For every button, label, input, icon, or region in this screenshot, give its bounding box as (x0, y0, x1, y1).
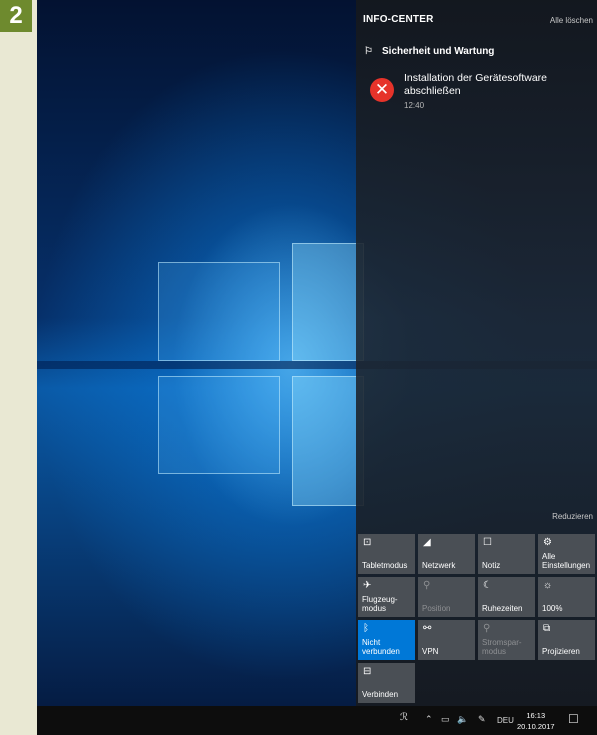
clear-all-button[interactable]: Alle löschen (550, 16, 593, 25)
step-number-badge: 2 (0, 0, 32, 32)
quick-action-tile[interactable]: ⚙ Alle Einstellungen (538, 534, 595, 574)
location-icon: ⚲ (423, 580, 431, 591)
project-icon: ⧉ (543, 623, 551, 634)
collapse-quick-actions-button[interactable]: Reduzieren (552, 512, 593, 521)
input-language-indicator[interactable]: DEU (497, 716, 514, 725)
volume-icon[interactable]: 🔈 (457, 714, 468, 725)
quick-action-tile[interactable]: ✈ Flugzeug- modus (358, 577, 415, 617)
taskbar: ℛ ⌃ ▭ 🔈 ✎ DEU 16:13 20.10.2017 ☐ (37, 706, 597, 735)
quick-action-label: Alle Einstellungen (542, 552, 591, 570)
show-hidden-icons-chevron-icon[interactable]: ⌃ (425, 714, 433, 725)
notification-group-title: Sicherheit und Wartung (382, 46, 495, 57)
vpn-icon: ⚯ (423, 623, 432, 634)
bluetooth-icon: ᛒ (363, 623, 369, 634)
clock-date: 20.10.2017 (517, 722, 555, 731)
info-center-title: INFO-CENTER (363, 14, 434, 25)
moon-icon: ☾ (483, 580, 492, 591)
wallpaper-window-pane (158, 262, 280, 361)
airplane-icon: ✈ (363, 580, 372, 591)
quick-action-tile[interactable]: ◢ Netzwerk (418, 534, 475, 574)
wallpaper-window-pane (292, 243, 364, 361)
action-center-icon[interactable]: ☐ (568, 712, 579, 726)
pen-workspace-icon[interactable]: ✎ (478, 714, 486, 725)
brightness-icon: ☼ (543, 580, 553, 591)
quick-action-tile[interactable]: ⚲ Position (418, 577, 475, 617)
quick-action-tile[interactable]: ⚲ Stromspar- modus (478, 620, 535, 660)
quick-action-label: Verbinden (362, 690, 399, 699)
quick-action-label: Stromspar- modus (482, 638, 522, 656)
security-flag-icon: ⚐ (364, 46, 373, 57)
tablet-mode-icon: ⊡ (363, 537, 372, 548)
info-center-panel: INFO-CENTER Alle löschen ⚐ Sicherheit un… (356, 0, 597, 706)
wallpaper-window-pane (292, 376, 364, 506)
quick-action-label: Ruhezeiten (482, 604, 523, 613)
taskbar-clock[interactable]: 16:13 20.10.2017 (517, 710, 555, 732)
quick-action-tile[interactable]: ⊡ Tabletmodus (358, 534, 415, 574)
settings-gear-icon: ⚙ (543, 537, 552, 548)
quick-action-label: Position (422, 604, 451, 613)
notification-group-header[interactable]: ⚐ Sicherheit und Wartung (364, 46, 494, 57)
connect-icon: ⊟ (363, 666, 372, 677)
quick-action-tile[interactable]: ☼ 100% (538, 577, 595, 617)
quick-action-tile[interactable]: ☐ Notiz (478, 534, 535, 574)
quick-action-tile[interactable]: ⚯ VPN (418, 620, 475, 660)
network-tray-icon[interactable]: ▭ (441, 714, 450, 725)
quick-action-label: Nicht verbunden (362, 638, 400, 656)
quick-action-label: Tabletmodus (362, 561, 408, 570)
notification-title: Installation der Gerätesoftware abschlie… (404, 72, 547, 97)
quick-action-label: 100% (542, 604, 563, 613)
network-icon: ◢ (423, 537, 431, 548)
desktop-screen: INFO-CENTER Alle löschen ⚐ Sicherheit un… (37, 0, 597, 735)
wallpaper-window-pane (158, 376, 280, 474)
quick-action-label: Netzwerk (422, 561, 456, 570)
battery-saver-icon: ⚲ (483, 623, 491, 634)
people-icon[interactable]: ℛ (400, 712, 408, 723)
quick-action-tile[interactable]: ☾ Ruhezeiten (478, 577, 535, 617)
quick-action-tile[interactable]: ᛒ Nicht verbunden (358, 620, 415, 660)
notification-time: 12:40 (404, 101, 425, 110)
quick-action-label: VPN (422, 647, 439, 656)
error-icon: ✕ (370, 78, 394, 102)
quick-action-label: Flugzeug- modus (362, 595, 398, 613)
note-icon: ☐ (483, 537, 492, 548)
quick-action-tile[interactable]: ⧉ Projizieren (538, 620, 595, 660)
notification-item[interactable]: ✕ Installation der Gerätesoftware abschl… (364, 70, 592, 120)
quick-action-label: Notiz (482, 561, 501, 570)
clock-time: 16:13 (526, 711, 546, 720)
quick-action-label: Projizieren (542, 647, 580, 656)
quick-action-tile[interactable]: ⊟ Verbinden (358, 663, 415, 703)
